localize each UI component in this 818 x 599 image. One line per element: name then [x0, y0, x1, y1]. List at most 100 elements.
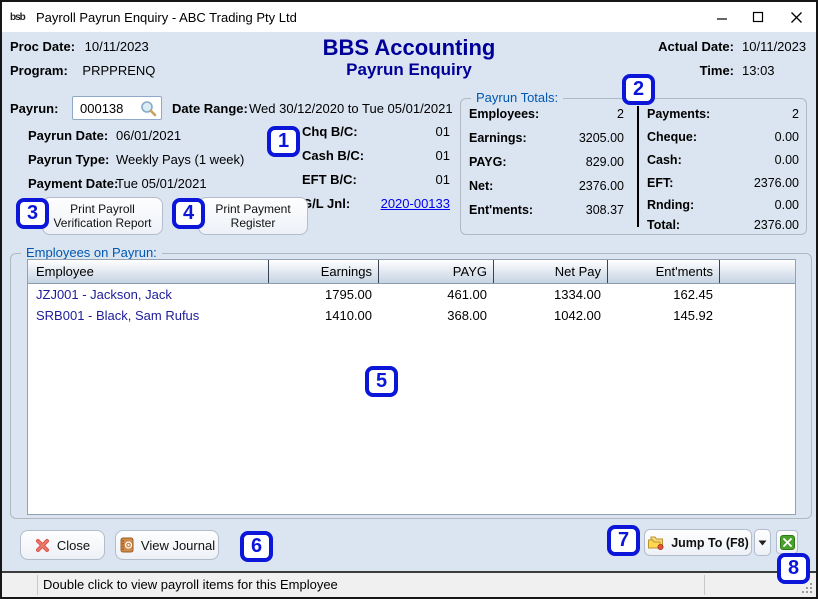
print-payroll-verification-report-button[interactable]: Print Payroll Verification Report — [42, 197, 163, 235]
time-row: Time: 13:03 — [700, 63, 806, 78]
eft-label: EFT: — [647, 176, 673, 190]
cash-label: Cash: — [647, 153, 682, 167]
time-label: Time: — [700, 63, 734, 78]
earnings-label: Earnings: — [469, 131, 527, 145]
eft-bc-value: 01 — [382, 172, 450, 187]
callout-4: 4 — [172, 198, 205, 229]
chq-bc-value: 01 — [382, 124, 450, 139]
row-earnings: 1795.00 — [269, 287, 379, 302]
employees-label: Employees: — [469, 107, 539, 121]
totals-row-entments: Ent'ments: 308.37 — [469, 203, 624, 218]
column-header-net-pay[interactable]: Net Pay — [494, 260, 608, 283]
print-register-line2: Register — [231, 216, 276, 230]
employees-table[interactable]: Employee Earnings PAYG Net Pay Ent'ments… — [27, 259, 796, 515]
chevron-down-icon — [758, 540, 767, 546]
payrun-totals-title: Payrun Totals: — [471, 90, 563, 105]
entments-value: 308.37 — [551, 203, 624, 217]
column-header-employee[interactable]: Employee — [28, 260, 269, 283]
column-header-earnings[interactable]: Earnings — [269, 260, 379, 283]
totals-row-earnings: Earnings: 3205.00 — [469, 131, 624, 146]
totals-row-net: Net: 2376.00 — [469, 179, 624, 194]
employees-on-payrun-groupbox: Employees on Payrun: Employee Earnings P… — [10, 253, 812, 519]
view-journal-button[interactable]: View Journal — [115, 530, 219, 560]
payg-label: PAYG: — [469, 155, 507, 169]
callout-1: 1 — [267, 126, 300, 157]
payrun-label: Payrun: — [10, 101, 58, 116]
close-icon — [790, 11, 803, 24]
employees-value: 2 — [551, 107, 624, 121]
row-net-pay: 1042.00 — [494, 308, 608, 323]
export-to-excel-button[interactable] — [776, 530, 798, 554]
row-entments: 145.92 — [608, 308, 720, 323]
minimize-icon — [716, 11, 728, 23]
status-message: Double click to view payroll items for t… — [43, 577, 338, 592]
status-bar: Double click to view payroll items for t… — [2, 573, 816, 597]
actual-date-label: Actual Date: — [658, 39, 734, 54]
jump-to-label: Jump To (F8) — [671, 536, 749, 550]
earnings-value: 3205.00 — [551, 131, 624, 145]
callout-5: 5 — [365, 366, 398, 397]
cheque-label: Cheque: — [647, 130, 697, 144]
jump-to-folders-icon — [647, 535, 665, 550]
eft-bc-label: EFT B/C: — [302, 172, 357, 187]
totals-row-employees: Employees: 2 — [469, 107, 624, 122]
status-bar-divider-left — [37, 575, 38, 595]
eft-value: 2376.00 — [723, 176, 799, 190]
search-icon[interactable] — [140, 100, 157, 120]
column-header-filler — [720, 260, 795, 283]
app-logo-icon: bsb — [10, 12, 30, 23]
payrun-date-value: 06/01/2021 — [116, 128, 181, 143]
chq-bc-label: Chq B/C: — [302, 124, 358, 139]
date-range-label: Date Range: — [172, 101, 248, 116]
table-row[interactable]: JZJ001 - Jackson, Jack 1795.00 461.00 13… — [28, 284, 795, 305]
total-label: Total: — [647, 218, 680, 232]
cash-bc-value: 01 — [382, 148, 450, 163]
column-header-entments[interactable]: Ent'ments — [608, 260, 720, 283]
payg-value: 829.00 — [551, 155, 624, 169]
payments-label: Payments: — [647, 107, 710, 121]
close-button[interactable]: Close — [20, 530, 105, 560]
close-x-icon — [35, 538, 50, 553]
net-label: Net: — [469, 179, 493, 193]
payment-date-value: Tue 05/01/2021 — [116, 176, 207, 191]
row-employee-name[interactable]: SRB001 - Black, Sam Rufus — [28, 308, 269, 323]
print-register-line1: Print Payment — [215, 202, 290, 216]
gl-jnl-label: G/L Jnl: — [302, 196, 350, 211]
date-range-value: Wed 30/12/2020 to Tue 05/01/2021 — [249, 101, 453, 116]
rnding-label: Rnding: — [647, 198, 694, 212]
entments-label: Ent'ments: — [469, 203, 533, 217]
net-value: 2376.00 — [551, 179, 624, 193]
actual-date-value: 10/11/2023 — [742, 39, 806, 54]
totals-row-eft: EFT: 2376.00 — [647, 176, 799, 191]
callout-6: 6 — [240, 531, 273, 562]
row-entments: 162.45 — [608, 287, 720, 302]
column-header-payg[interactable]: PAYG — [379, 260, 494, 283]
payments-value: 2 — [723, 107, 799, 121]
print-payment-register-button[interactable]: Print Payment Register — [198, 197, 308, 235]
callout-3: 3 — [16, 198, 49, 229]
jump-to-dropdown-button[interactable] — [754, 529, 771, 556]
totals-row-rnding: Rnding: 0.00 — [647, 198, 799, 213]
row-employee-name[interactable]: JZJ001 - Jackson, Jack — [28, 287, 269, 302]
payrun-totals-groupbox: Payrun Totals: Employees: 2 Earnings: 32… — [460, 98, 807, 235]
gl-jnl-link[interactable]: 2020-00133 — [362, 196, 450, 211]
table-row[interactable]: SRB001 - Black, Sam Rufus 1410.00 368.00… — [28, 305, 795, 326]
payrun-date-label: Payrun Date: — [28, 128, 108, 143]
minimize-button[interactable] — [704, 2, 740, 32]
payroll-payrun-enquiry-window: bsb Payroll Payrun Enquiry - ABC Trading… — [0, 0, 818, 599]
actual-date-row: Actual Date: 10/11/2023 — [658, 39, 806, 54]
totals-row-cheque: Cheque: 0.00 — [647, 130, 799, 145]
title-bar: bsb Payroll Payrun Enquiry - ABC Trading… — [2, 2, 816, 32]
callout-2: 2 — [622, 74, 655, 105]
payrun-type-label: Payrun Type: — [28, 152, 109, 167]
close-window-button[interactable] — [778, 2, 814, 32]
maximize-button[interactable] — [740, 2, 776, 32]
total-value: 2376.00 — [723, 218, 799, 232]
row-net-pay: 1334.00 — [494, 287, 608, 302]
totals-row-payments: Payments: 2 — [647, 107, 799, 122]
totals-row-total: Total: 2376.00 — [647, 218, 799, 233]
jump-to-button[interactable]: Jump To (F8) — [644, 529, 752, 556]
cash-bc-label: Cash B/C: — [302, 148, 364, 163]
resize-grip-icon[interactable] — [802, 583, 814, 595]
close-button-label: Close — [57, 538, 90, 553]
